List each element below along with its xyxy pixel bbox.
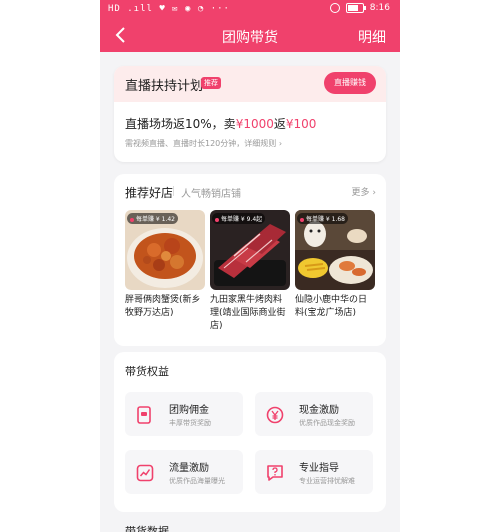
details-link[interactable]: 明细 — [358, 27, 386, 47]
shop-card[interactable]: 每单赚 ¥ 1.68 仙隐小鹿中华の日料(宝龙广场店) — [295, 210, 375, 320]
status-icons: HD .ıll ♥ ✉ ◉ ◔ ··· — [108, 4, 230, 14]
recommend-shops-section: 推荐好店 人气畅销店铺 更多 › 每单赚 ¥ 1.42 胖哥俩肉蟹煲(新乡牧野万… — [114, 174, 386, 346]
phone-screen: HD .ıll ♥ ✉ ◉ ◔ ··· 8:16 团购带货 明细 直播扶持计划 … — [100, 0, 400, 532]
shop-image: 每单赚 ¥ 1.42 — [125, 210, 205, 290]
shop-name: 仙隐小鹿中华の日料(宝龙广场店) — [295, 295, 368, 318]
live-earn-button[interactable]: 直播赚钱 — [324, 72, 376, 94]
earn-badge: 每单赚 ¥ 1.42 — [127, 213, 178, 224]
live-plan-title: 直播扶持计划 — [125, 79, 204, 94]
yen-icon — [266, 406, 284, 424]
benefits-section: 带货权益 团购佣金 丰厚带货奖励 现金激励 优质作品现金奖励 流量激励 优质作品… — [114, 352, 386, 512]
trend-icon — [136, 464, 154, 482]
benefit-commission[interactable]: 团购佣金 丰厚带货奖励 — [125, 392, 243, 436]
benefit-name: 现金激励 — [299, 405, 339, 416]
shop-name: 胖哥俩肉蟹煲(新乡牧野万达店) — [125, 295, 201, 318]
status-time: 8:16 — [369, 3, 390, 13]
benefit-desc: 优质作品现金奖励 — [299, 419, 355, 427]
live-plan-card[interactable]: 直播扶持计划 推荐 直播赚钱 直播场场返10%，卖¥1000返¥100 需视频直… — [114, 66, 386, 162]
benefit-name: 流量激励 — [169, 463, 209, 474]
benefit-guidance[interactable]: 专业指导 专业运营排忧解难 — [255, 450, 373, 494]
page-title: 团购带货 — [222, 30, 278, 46]
live-rules-link[interactable]: 需视频直播、直播时长120分钟，详细规则 › — [125, 138, 282, 149]
shop-image: 每单赚 ¥ 1.68 — [295, 210, 375, 290]
shop-image: 每单赚 ¥ 9.4起 — [210, 210, 290, 290]
alarm-icon — [329, 3, 340, 13]
section-title: 带货数据 — [125, 525, 169, 532]
shop-name: 九田家黑牛烤肉料理(靖业国际商业街店) — [210, 295, 286, 331]
header: 团购带货 明细 — [100, 22, 400, 50]
section-subtitle: 人气畅销店铺 — [181, 189, 241, 200]
earn-badge: 每单赚 ¥ 9.4起 — [212, 213, 266, 224]
battery-icon — [345, 3, 366, 13]
question-icon — [266, 464, 283, 481]
shop-card[interactable]: 每单赚 ¥ 9.4起 九田家黑牛烤肉料理(靖业国际商业街店) — [210, 210, 290, 333]
top-bar: HD .ıll ♥ ✉ ◉ ◔ ··· 8:16 团购带货 明细 — [100, 0, 400, 52]
commission-icon — [136, 406, 152, 424]
benefit-cash[interactable]: 现金激励 优质作品现金奖励 — [255, 392, 373, 436]
section-title: 推荐好店 — [125, 186, 174, 200]
benefit-desc: 优质作品海量曝光 — [169, 477, 225, 485]
benefit-desc: 专业运营排忧解难 — [299, 477, 355, 485]
benefit-name: 团购佣金 — [169, 405, 209, 416]
live-promo-text: 直播场场返10%，卖¥1000返¥100 — [125, 117, 317, 131]
earn-badge: 每单赚 ¥ 1.68 — [297, 213, 348, 224]
chevron-right-icon: › — [278, 139, 283, 148]
divider — [173, 186, 174, 196]
benefit-name: 专业指导 — [299, 463, 339, 474]
benefit-desc: 丰厚带货奖励 — [169, 419, 211, 427]
section-title: 带货权益 — [125, 365, 169, 378]
status-bar: HD .ıll ♥ ✉ ◉ ◔ ··· 8:16 — [100, 0, 400, 20]
shop-card[interactable]: 每单赚 ¥ 1.42 胖哥俩肉蟹煲(新乡牧野万达店) — [125, 210, 205, 320]
more-link[interactable]: 更多 › — [352, 185, 376, 198]
benefit-traffic[interactable]: 流量激励 优质作品海量曝光 — [125, 450, 243, 494]
recommend-badge: 推荐 — [201, 77, 221, 89]
